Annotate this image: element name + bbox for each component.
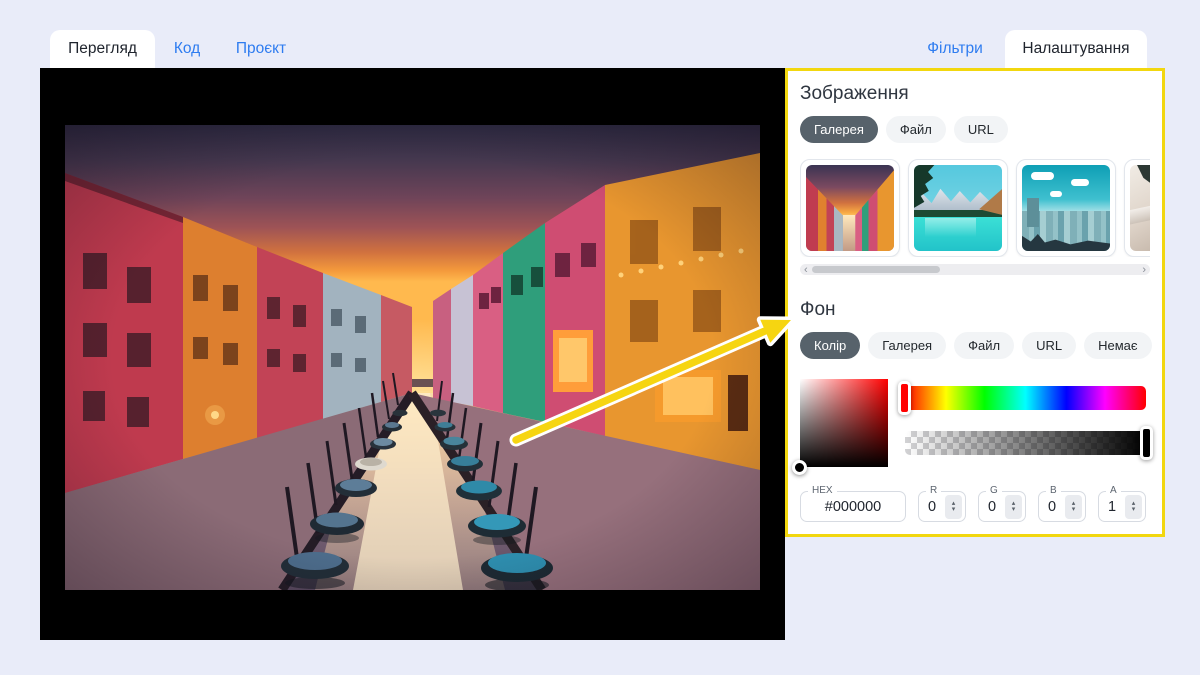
bg-source-tab-none[interactable]: Немає <box>1084 332 1151 359</box>
color-value-fields: HEX R ▴ ▾ G ▴ ▾ B <box>800 491 1150 522</box>
blue-input[interactable] <box>1041 499 1063 515</box>
green-field-label: G <box>986 485 1002 496</box>
tab-preview[interactable]: Перегляд <box>50 30 155 68</box>
alpha-slider-handle[interactable] <box>1140 426 1153 460</box>
alpha-slider[interactable] <box>905 431 1146 455</box>
stepper-down-icon[interactable]: ▾ <box>1072 507 1076 512</box>
alpha-field-label: A <box>1106 485 1121 496</box>
tab-project[interactable]: Проєкт <box>226 30 296 68</box>
background-section-title: Фон <box>800 299 1150 321</box>
red-stepper[interactable]: ▴ ▾ <box>945 495 962 519</box>
picker-sliders <box>905 379 1146 467</box>
image-source-tab-file[interactable]: Файл <box>886 116 946 143</box>
gallery-thumbnail-burano[interactable] <box>800 159 900 257</box>
red-input[interactable] <box>921 499 943 515</box>
saturation-area[interactable] <box>800 379 888 467</box>
burano-scene <box>65 125 760 590</box>
bg-source-tab-file[interactable]: Файл <box>954 332 1014 359</box>
image-source-tab-gallery[interactable]: Галерея <box>800 116 878 143</box>
red-field-label: R <box>926 485 941 496</box>
texture-thumb-image <box>1130 165 1150 251</box>
stepper-down-icon[interactable]: ▾ <box>1132 507 1136 512</box>
lake-thumb-image <box>914 165 1002 251</box>
gallery-scrollbar[interactable]: ‹ › <box>800 264 1150 275</box>
bg-source-tab-color[interactable]: Колір <box>800 332 860 359</box>
background-source-tabs: Колір Галерея Файл URL Немає <box>800 332 1150 359</box>
gallery-scrollbar-thumb[interactable] <box>812 266 940 273</box>
hue-slider[interactable] <box>905 386 1146 410</box>
stepper-down-icon[interactable]: ▾ <box>952 507 956 512</box>
hue-slider-handle[interactable] <box>898 381 911 415</box>
tab-settings[interactable]: Налаштування <box>1005 30 1147 68</box>
green-stepper[interactable]: ▴ ▾ <box>1005 495 1022 519</box>
burano-thumb-image <box>806 165 894 251</box>
gallery-thumbnails <box>800 159 1150 257</box>
color-picker <box>800 379 1150 467</box>
image-section-title: Зображення <box>800 83 1150 105</box>
tab-code[interactable]: Код <box>163 30 211 68</box>
red-field: R ▴ ▾ <box>918 491 966 522</box>
blue-field-label: B <box>1046 485 1061 496</box>
bg-source-tab-gallery[interactable]: Галерея <box>868 332 946 359</box>
gallery-thumbnail-city[interactable] <box>1016 159 1116 257</box>
scroll-right-icon[interactable]: › <box>1142 265 1146 275</box>
tab-filters[interactable]: Фільтри <box>916 30 994 68</box>
image-source-tabs: Галерея Файл URL <box>800 116 1150 143</box>
image-source-tab-url[interactable]: URL <box>954 116 1008 143</box>
hex-input[interactable] <box>807 499 899 515</box>
green-input[interactable] <box>981 499 1003 515</box>
alpha-input[interactable] <box>1101 499 1123 515</box>
blue-stepper[interactable]: ▴ ▾ <box>1065 495 1082 519</box>
hex-field: HEX <box>800 491 906 522</box>
gallery-thumbnail-texture[interactable] <box>1124 159 1150 257</box>
saturation-handle[interactable] <box>792 460 807 475</box>
preview-canvas <box>40 68 785 640</box>
hex-field-label: HEX <box>808 485 837 496</box>
editor-app: Перегляд Код Проєкт Фільтри Налаштування <box>0 0 1200 675</box>
green-field: G ▴ ▾ <box>978 491 1026 522</box>
city-thumb-image <box>1022 165 1110 251</box>
settings-panel: Зображення Галерея Файл URL <box>785 68 1165 537</box>
alpha-field: A ▴ ▾ <box>1098 491 1146 522</box>
bg-source-tab-url[interactable]: URL <box>1022 332 1076 359</box>
stepper-down-icon[interactable]: ▾ <box>1012 507 1016 512</box>
gallery-thumbnail-lake[interactable] <box>908 159 1008 257</box>
preview-image-burano <box>65 125 760 590</box>
scroll-left-icon[interactable]: ‹ <box>804 265 808 275</box>
blue-field: B ▴ ▾ <box>1038 491 1086 522</box>
alpha-stepper[interactable]: ▴ ▾ <box>1125 495 1142 519</box>
